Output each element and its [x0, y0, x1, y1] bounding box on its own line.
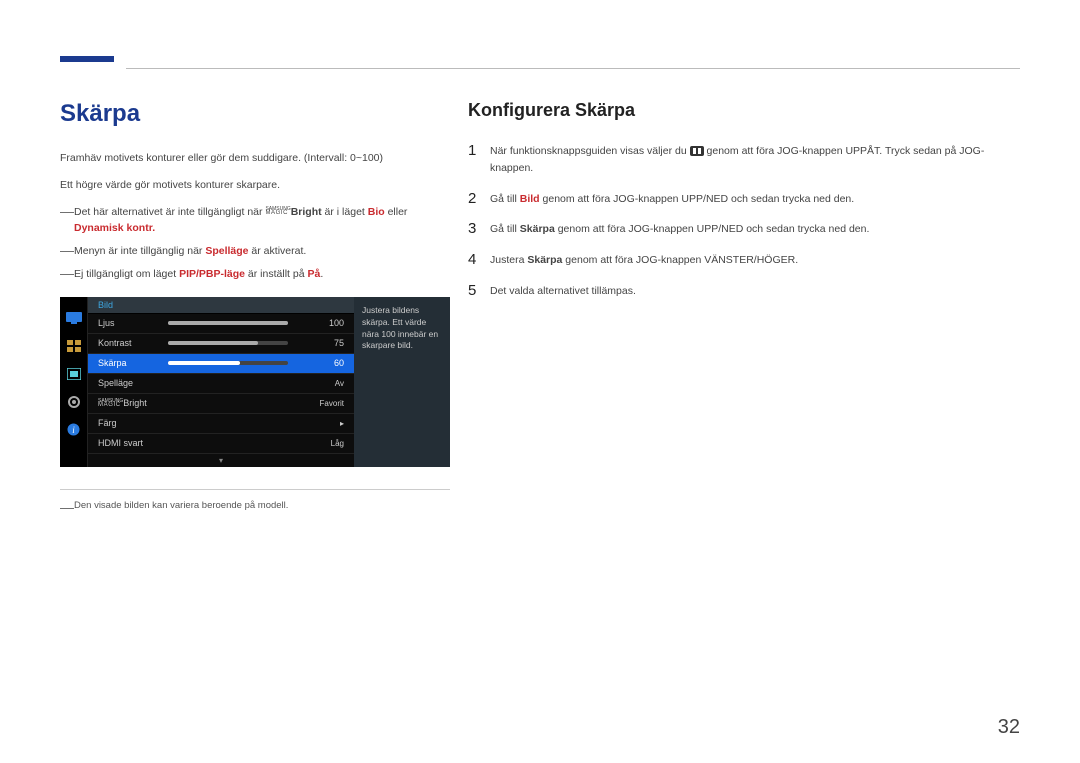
step-4-skarpa: Skärpa	[527, 254, 562, 266]
osd-screenshot: i Bild Ljus 100 Kontrast 75 Skärpa 60 Spelläge…	[60, 297, 450, 467]
osd-row-label: Ljus	[98, 318, 168, 328]
note-1-magic: Bright	[291, 206, 322, 218]
note-2-spellage: Spelläge	[205, 245, 248, 257]
osd-row-label: SAMSUNGMAGICBright	[98, 398, 168, 409]
note-1-bio: Bio	[368, 206, 385, 218]
note-1-dynamisk: Dynamisk kontr.	[74, 222, 155, 234]
gear-icon	[66, 395, 82, 409]
osd-slider	[168, 321, 304, 325]
step-5-text: Det valda alternativet tillämpas.	[490, 283, 1008, 300]
note-3: ― Ej tillgängligt om läget PIP/PBP-läge …	[60, 266, 450, 283]
step-list: 1 När funktionsknappsguiden visas väljer…	[468, 143, 1008, 300]
step-5: 5 Det valda alternativet tillämpas.	[468, 283, 1008, 300]
step-3-skarpa: Skärpa	[520, 223, 555, 235]
osd-row-label: Skärpa	[98, 358, 168, 368]
step-4-a: Justera	[490, 254, 527, 266]
note-3-pip: PIP/PBP-läge	[179, 268, 245, 280]
samsung-magic-label: SAMSUNGMAGIC	[265, 207, 290, 217]
screen-icon	[66, 367, 82, 381]
step-number: 4	[468, 252, 490, 269]
osd-row-hdmi svart: HDMI svartLåg	[88, 434, 354, 454]
page-content: Skärpa Framhäv motivets konturer eller g…	[60, 100, 1020, 723]
osd-row-skärpa: Skärpa 60	[88, 354, 354, 374]
step-number: 5	[468, 283, 490, 300]
step-3-a: Gå till	[490, 223, 520, 235]
step-4-c: genom att föra JOG-knappen VÄNSTER/HÖGER…	[562, 254, 798, 266]
osd-slider	[168, 341, 304, 345]
osd-slider	[168, 361, 304, 365]
osd-icon-column: i	[60, 297, 88, 467]
footnote-rule	[60, 489, 450, 490]
step-2: 2 Gå till Bild genom att föra JOG-knappe…	[468, 191, 1008, 208]
step-2-a: Gå till	[490, 193, 520, 205]
grid-icon	[66, 339, 82, 353]
note-3-pa: På	[307, 268, 320, 280]
osd-row-ljus: Ljus 100	[88, 314, 354, 334]
osd-row-value: 60	[304, 358, 344, 368]
footnote-text: Den visade bilden kan variera beroende p…	[74, 500, 288, 511]
osd-row-value: Av	[168, 379, 344, 388]
note-1-text-d: eller	[385, 206, 408, 218]
info-icon: i	[66, 423, 82, 437]
section-title: Konfigurera Skärpa	[468, 100, 1008, 121]
step-number: 3	[468, 221, 490, 238]
osd-row-label: Kontrast	[98, 338, 168, 348]
osd-row-value: 75	[304, 338, 344, 348]
note-2-text-c: är aktiverat.	[249, 245, 307, 257]
osd-row-bright: SAMSUNGMAGICBrightFavorit	[88, 394, 354, 414]
page-title: Skärpa	[60, 100, 450, 128]
page-number: 32	[998, 716, 1020, 739]
right-column: Konfigurera Skärpa 1 När funktionsknapps…	[468, 100, 1008, 314]
note-1-text-b: är i läget	[322, 206, 368, 218]
osd-scroll-down-icon: ▾	[88, 454, 354, 467]
osd-row-spelläge: SpellägeAv	[88, 374, 354, 394]
header-rule	[126, 68, 1020, 69]
osd-tooltip: Justera bildens skärpa. Ett värde nära 1…	[354, 297, 450, 467]
footnote: ― Den visade bilden kan variera beroende…	[60, 500, 450, 511]
note-2-text-a: Menyn är inte tillgänglig när	[74, 245, 205, 257]
osd-row-label: Färg	[98, 418, 168, 428]
step-1: 1 När funktionsknappsguiden visas väljer…	[468, 143, 1008, 177]
step-2-c: genom att föra JOG-knappen UPP/NED och s…	[540, 193, 855, 205]
step-3: 3 Gå till Skärpa genom att föra JOG-knap…	[468, 221, 1008, 238]
note-3-text-e: .	[320, 268, 323, 280]
note-1-text-a: Det här alternativet är inte tillgänglig…	[74, 206, 265, 218]
osd-header: Bild	[88, 297, 354, 314]
step-2-bild: Bild	[520, 193, 540, 205]
osd-row-value: Favorit	[168, 399, 344, 408]
step-1-a: När funktionsknappsguiden visas väljer d…	[490, 145, 690, 157]
osd-row-value: 100	[304, 318, 344, 328]
dash-icon: ―	[60, 243, 74, 257]
left-column: Skärpa Framhäv motivets konturer eller g…	[60, 100, 450, 511]
dash-icon: ―	[60, 500, 74, 514]
note-1: ― Det här alternativet är inte tillgängl…	[60, 204, 450, 238]
menu-button-icon	[690, 146, 704, 156]
osd-row-kontrast: Kontrast 75	[88, 334, 354, 354]
step-4: 4 Justera Skärpa genom att föra JOG-knap…	[468, 252, 1008, 269]
dash-icon: ―	[60, 204, 74, 218]
osd-menu: Bild Ljus 100 Kontrast 75 Skärpa 60 SpellägeAv…	[88, 297, 354, 467]
dash-icon: ―	[60, 266, 74, 280]
note-3-text-c: är inställt på	[245, 268, 307, 280]
step-3-c: genom att föra JOG-knappen UPP/NED och s…	[555, 223, 870, 235]
header-accent-bar	[60, 56, 114, 62]
osd-row-label: HDMI svart	[98, 438, 168, 448]
note-3-text-a: Ej tillgängligt om läget	[74, 268, 179, 280]
osd-row-label: Spelläge	[98, 378, 168, 388]
step-number: 2	[468, 191, 490, 208]
osd-row-value: ▸	[168, 419, 344, 428]
osd-row-value: Låg	[168, 439, 344, 448]
note-2: ― Menyn är inte tillgänglig när Spelläge…	[60, 243, 450, 260]
monitor-icon	[66, 311, 82, 325]
intro-text-1: Framhäv motivets konturer eller gör dem …	[60, 150, 450, 167]
step-number: 1	[468, 143, 490, 177]
intro-text-2: Ett högre värde gör motivets konturer sk…	[60, 177, 450, 194]
osd-row-färg: Färg▸	[88, 414, 354, 434]
